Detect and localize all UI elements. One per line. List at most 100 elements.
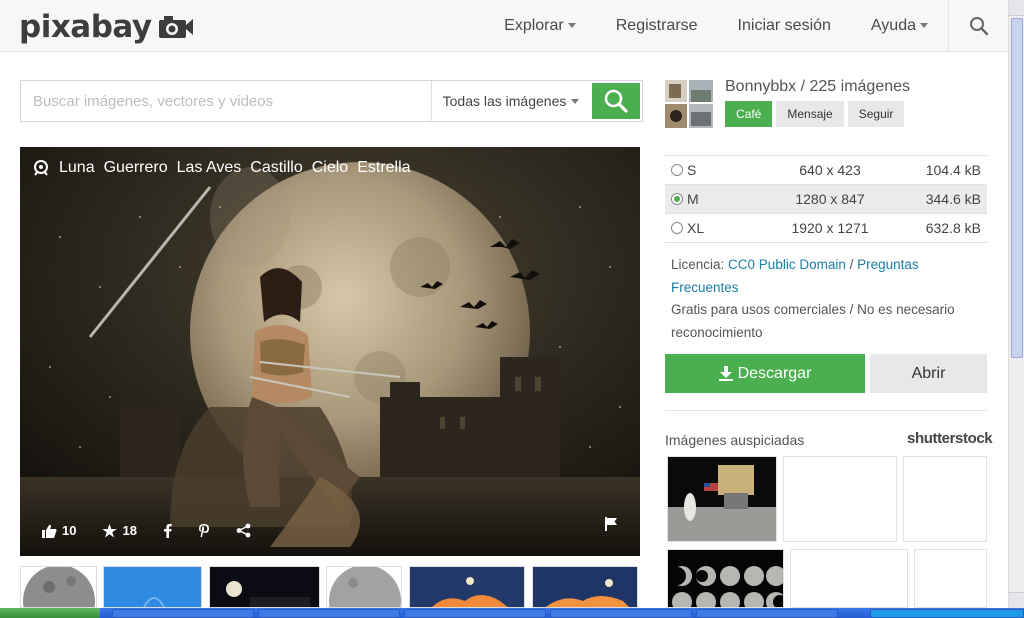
moon-thumbnail bbox=[23, 567, 95, 607]
site-header: pixabay Explorar Registrarse Iniciar ses… bbox=[0, 0, 1008, 52]
pixabay-logo[interactable]: pixabay bbox=[19, 9, 194, 45]
related-thumb[interactable] bbox=[532, 566, 638, 608]
scroll-down-button[interactable] bbox=[1009, 592, 1024, 608]
size-filesize: 632.8 kB bbox=[925, 220, 981, 236]
size-label: S bbox=[687, 162, 697, 178]
tag-luna[interactable]: Luna bbox=[59, 159, 95, 177]
system-tray bbox=[870, 609, 1024, 618]
shutterstock-logo[interactable]: shutterstock bbox=[907, 430, 993, 447]
nav-ayuda[interactable]: Ayuda bbox=[851, 0, 948, 51]
favorite-button[interactable]: 18 bbox=[102, 523, 137, 538]
size-option-s[interactable]: S 640 x 423 104.4 kB bbox=[665, 156, 987, 185]
share-button[interactable] bbox=[236, 523, 251, 538]
logo-text: pixabay bbox=[19, 9, 152, 45]
start-button[interactable] bbox=[0, 608, 100, 618]
image-type-select[interactable]: Todas las imágenes bbox=[431, 81, 590, 121]
download-button[interactable]: Descargar bbox=[665, 354, 865, 393]
tag-guerrero[interactable]: Guerrero bbox=[104, 159, 168, 177]
sponsored-image[interactable] bbox=[783, 456, 897, 542]
like-icon bbox=[42, 524, 57, 538]
camera-icon bbox=[158, 16, 193, 38]
size-option-xl[interactable]: XL 1920 x 1271 632.8 kB bbox=[665, 214, 987, 243]
size-filesize: 344.6 kB bbox=[925, 191, 981, 207]
size-filesize: 104.4 kB bbox=[925, 162, 981, 178]
sponsored-heading: Imágenes auspiciadas bbox=[665, 432, 805, 448]
download-label: Descargar bbox=[737, 364, 812, 382]
image-tags: Luna Guerrero Las Aves Castillo Cielo Es… bbox=[32, 159, 411, 177]
tag-estrella[interactable]: Estrella bbox=[357, 159, 410, 177]
related-thumb[interactable] bbox=[20, 566, 97, 608]
uploader-name[interactable]: Bonnybbx / 225 imágenes bbox=[725, 78, 910, 96]
related-thumb[interactable] bbox=[103, 566, 202, 608]
scrollbar-thumb[interactable] bbox=[1011, 18, 1023, 358]
image-action-bar: 10 18 bbox=[42, 523, 277, 538]
blue-sky-moon-thumbnail bbox=[104, 567, 201, 607]
chevron-down-icon bbox=[920, 23, 928, 28]
vertical-scrollbar[interactable] bbox=[1008, 0, 1024, 608]
pinterest-share-button[interactable] bbox=[198, 523, 210, 538]
fantasy-warrior-image bbox=[20, 147, 640, 556]
taskbar-button[interactable] bbox=[696, 609, 838, 618]
nav-explorar-label: Explorar bbox=[504, 16, 564, 34]
related-thumb[interactable] bbox=[409, 566, 525, 608]
scroll-up-button[interactable] bbox=[1009, 0, 1024, 16]
license-note: Gratis para usos comerciales / No es nec… bbox=[671, 302, 955, 340]
cafe-button[interactable]: Café bbox=[725, 101, 773, 127]
pinterest-icon bbox=[198, 524, 209, 537]
download-icon bbox=[718, 366, 733, 381]
tag-cielo[interactable]: Cielo bbox=[312, 159, 348, 177]
size-dimensions: 1280 x 847 bbox=[795, 191, 865, 207]
nav-explorar[interactable]: Explorar bbox=[484, 0, 596, 51]
related-thumb[interactable] bbox=[326, 566, 402, 608]
radio-button[interactable] bbox=[671, 164, 683, 176]
sponsored-image[interactable] bbox=[903, 456, 987, 542]
radio-button[interactable] bbox=[671, 193, 683, 205]
search-button[interactable] bbox=[592, 83, 640, 119]
astronaut-moon-thumbnail bbox=[668, 457, 776, 541]
sponsored-image[interactable] bbox=[667, 456, 777, 542]
sponsored-image[interactable] bbox=[914, 549, 987, 608]
tag-icon bbox=[34, 160, 48, 176]
star-icon bbox=[102, 523, 118, 537]
nav-iniciar-sesion[interactable]: Iniciar sesión bbox=[718, 0, 851, 51]
chevron-down-icon bbox=[571, 98, 580, 104]
related-thumbnails bbox=[20, 566, 640, 608]
sponsored-image[interactable] bbox=[667, 549, 784, 608]
radio-button[interactable] bbox=[671, 222, 683, 234]
night-moon-thumbnail bbox=[210, 567, 319, 607]
taskbar-button[interactable] bbox=[550, 609, 692, 618]
related-thumb[interactable] bbox=[209, 566, 320, 608]
main-nav: Explorar Registrarse Iniciar sesión Ayud… bbox=[484, 0, 1008, 51]
nav-registrarse[interactable]: Registrarse bbox=[596, 0, 718, 51]
report-button[interactable] bbox=[605, 517, 618, 536]
header-search-button[interactable] bbox=[948, 0, 1008, 51]
facebook-share-button[interactable] bbox=[163, 523, 172, 538]
like-count: 10 bbox=[62, 523, 77, 538]
avatar-collage bbox=[665, 80, 713, 128]
main-image[interactable]: Luna Guerrero Las Aves Castillo Cielo Es… bbox=[20, 147, 640, 556]
facebook-icon bbox=[163, 523, 172, 538]
divider bbox=[665, 410, 987, 411]
license-prefix: Licencia: bbox=[671, 257, 729, 272]
follow-button[interactable]: Seguir bbox=[847, 101, 905, 127]
image-type-label: Todas las imágenes bbox=[442, 93, 567, 109]
taskbar-button[interactable] bbox=[258, 609, 400, 618]
message-button[interactable]: Mensaje bbox=[776, 101, 844, 127]
license-link[interactable]: CC0 Public Domain bbox=[728, 257, 846, 272]
open-button[interactable]: Abrir bbox=[870, 354, 987, 393]
taskbar-button[interactable] bbox=[112, 609, 254, 618]
license-line: Licencia: CC0 Public Domain / Preguntas … bbox=[671, 254, 981, 299]
avatar[interactable] bbox=[665, 80, 713, 128]
chevron-down-icon bbox=[567, 23, 576, 28]
size-label: XL bbox=[687, 220, 705, 236]
like-button[interactable]: 10 bbox=[42, 523, 76, 538]
size-dimensions: 1920 x 1271 bbox=[791, 220, 869, 236]
search-bar: Todas las imágenes bbox=[20, 80, 643, 122]
search-icon bbox=[969, 16, 988, 35]
taskbar-button[interactable] bbox=[404, 609, 546, 618]
sponsored-image[interactable] bbox=[790, 549, 908, 608]
search-input[interactable] bbox=[21, 81, 431, 121]
tag-castillo[interactable]: Castillo bbox=[250, 159, 302, 177]
size-option-m[interactable]: M 1280 x 847 344.6 kB bbox=[665, 185, 987, 214]
tag-las-aves[interactable]: Las Aves bbox=[177, 159, 242, 177]
